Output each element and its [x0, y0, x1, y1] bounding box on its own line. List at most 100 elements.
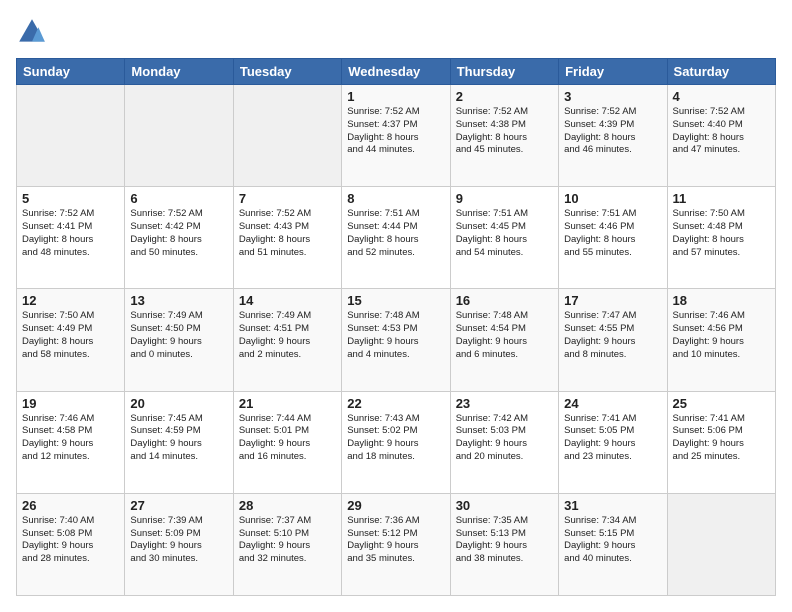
day-info: Sunrise: 7:52 AM Sunset: 4:40 PM Dayligh… [673, 106, 770, 157]
day-cell: 30 Sunrise: 7:35 AM Sunset: 5:13 PM Dayli… [450, 493, 558, 595]
day-cell: 8 Sunrise: 7:51 AM Sunset: 4:44 PM Daylig… [342, 187, 450, 289]
day-cell: 18 Sunrise: 7:46 AM Sunset: 4:56 PM Dayli… [667, 289, 775, 391]
weekday-friday: Friday [559, 59, 667, 85]
day-number: 17 [564, 293, 661, 308]
day-number: 14 [239, 293, 336, 308]
day-info: Sunrise: 7:41 AM Sunset: 5:06 PM Dayligh… [673, 413, 770, 464]
day-info: Sunrise: 7:47 AM Sunset: 4:55 PM Dayligh… [564, 310, 661, 361]
day-cell: 14Sunrise: 7:49 AM Sunset: 4:51 PM Dayli… [233, 289, 341, 391]
day-cell: 6 Sunrise: 7:52 AM Sunset: 4:42 PM Daylig… [125, 187, 233, 289]
day-info: Sunrise: 7:52 AM Sunset: 4:39 PM Dayligh… [564, 106, 661, 157]
day-number: 19 [22, 396, 119, 411]
day-number: 22 [347, 396, 444, 411]
day-cell: 26 Sunrise: 7:40 AM Sunset: 5:08 PM Dayli… [17, 493, 125, 595]
day-info: Sunrise: 7:52 AM Sunset: 4:38 PM Dayligh… [456, 106, 553, 157]
day-number: 18 [673, 293, 770, 308]
day-info: Sunrise: 7:49 AM Sunset: 4:50 PM Dayligh… [130, 310, 227, 361]
day-number: 26 [22, 498, 119, 513]
weekday-header-row: SundayMondayTuesdayWednesdayThursdayFrid… [17, 59, 776, 85]
day-number: 6 [130, 191, 227, 206]
day-info: Sunrise: 7:36 AM Sunset: 5:12 PM Dayligh… [347, 515, 444, 566]
day-number: 31 [564, 498, 661, 513]
day-info: Sunrise: 7:44 AM Sunset: 5:01 PM Dayligh… [239, 413, 336, 464]
day-info: Sunrise: 7:50 AM Sunset: 4:49 PM Dayligh… [22, 310, 119, 361]
day-info: Sunrise: 7:50 AM Sunset: 4:48 PM Dayligh… [673, 208, 770, 259]
day-cell: 10 Sunrise: 7:51 AM Sunset: 4:46 PM Dayli… [559, 187, 667, 289]
day-cell: 7Sunrise: 7:52 AM Sunset: 4:43 PM Daylig… [233, 187, 341, 289]
day-cell [17, 85, 125, 187]
day-number: 5 [22, 191, 119, 206]
day-number: 29 [347, 498, 444, 513]
week-row-1: 1Sunrise: 7:52 AM Sunset: 4:37 PM Daylig… [17, 85, 776, 187]
day-info: Sunrise: 7:34 AM Sunset: 5:15 PM Dayligh… [564, 515, 661, 566]
day-cell [125, 85, 233, 187]
day-info: Sunrise: 7:42 AM Sunset: 5:03 PM Dayligh… [456, 413, 553, 464]
day-cell: 9Sunrise: 7:51 AM Sunset: 4:45 PM Daylig… [450, 187, 558, 289]
day-cell: 20 Sunrise: 7:45 AM Sunset: 4:59 PM Dayli… [125, 391, 233, 493]
day-info: Sunrise: 7:43 AM Sunset: 5:02 PM Dayligh… [347, 413, 444, 464]
day-cell: 31 Sunrise: 7:34 AM Sunset: 5:15 PM Dayli… [559, 493, 667, 595]
day-info: Sunrise: 7:45 AM Sunset: 4:59 PM Dayligh… [130, 413, 227, 464]
week-row-3: 12 Sunrise: 7:50 AM Sunset: 4:49 PM Dayli… [17, 289, 776, 391]
day-info: Sunrise: 7:46 AM Sunset: 4:56 PM Dayligh… [673, 310, 770, 361]
day-info: Sunrise: 7:52 AM Sunset: 4:41 PM Dayligh… [22, 208, 119, 259]
day-cell: 13 Sunrise: 7:49 AM Sunset: 4:50 PM Dayli… [125, 289, 233, 391]
weekday-monday: Monday [125, 59, 233, 85]
header [16, 16, 776, 48]
day-number: 4 [673, 89, 770, 104]
day-cell: 15 Sunrise: 7:48 AM Sunset: 4:53 PM Dayli… [342, 289, 450, 391]
day-number: 23 [456, 396, 553, 411]
day-number: 3 [564, 89, 661, 104]
day-number: 30 [456, 498, 553, 513]
week-row-2: 5 Sunrise: 7:52 AM Sunset: 4:41 PM Daylig… [17, 187, 776, 289]
day-number: 27 [130, 498, 227, 513]
day-cell: 16Sunrise: 7:48 AM Sunset: 4:54 PM Dayli… [450, 289, 558, 391]
day-cell: 2Sunrise: 7:52 AM Sunset: 4:38 PM Daylig… [450, 85, 558, 187]
day-cell: 24Sunrise: 7:41 AM Sunset: 5:05 PM Dayli… [559, 391, 667, 493]
day-cell: 5 Sunrise: 7:52 AM Sunset: 4:41 PM Daylig… [17, 187, 125, 289]
logo-icon [16, 16, 48, 48]
day-number: 28 [239, 498, 336, 513]
day-cell: 28 Sunrise: 7:37 AM Sunset: 5:10 PM Dayli… [233, 493, 341, 595]
week-row-5: 26 Sunrise: 7:40 AM Sunset: 5:08 PM Dayli… [17, 493, 776, 595]
day-number: 24 [564, 396, 661, 411]
day-cell: 19Sunrise: 7:46 AM Sunset: 4:58 PM Dayli… [17, 391, 125, 493]
day-cell: 3 Sunrise: 7:52 AM Sunset: 4:39 PM Daylig… [559, 85, 667, 187]
day-number: 25 [673, 396, 770, 411]
day-number: 12 [22, 293, 119, 308]
day-info: Sunrise: 7:51 AM Sunset: 4:46 PM Dayligh… [564, 208, 661, 259]
day-number: 13 [130, 293, 227, 308]
day-cell: 11Sunrise: 7:50 AM Sunset: 4:48 PM Dayli… [667, 187, 775, 289]
day-cell: 12 Sunrise: 7:50 AM Sunset: 4:49 PM Dayli… [17, 289, 125, 391]
day-info: Sunrise: 7:51 AM Sunset: 4:45 PM Dayligh… [456, 208, 553, 259]
day-info: Sunrise: 7:52 AM Sunset: 4:42 PM Dayligh… [130, 208, 227, 259]
day-cell [667, 493, 775, 595]
day-cell: 25 Sunrise: 7:41 AM Sunset: 5:06 PM Dayli… [667, 391, 775, 493]
day-info: Sunrise: 7:39 AM Sunset: 5:09 PM Dayligh… [130, 515, 227, 566]
logo [16, 16, 52, 48]
weekday-saturday: Saturday [667, 59, 775, 85]
weekday-wednesday: Wednesday [342, 59, 450, 85]
page: SundayMondayTuesdayWednesdayThursdayFrid… [0, 0, 792, 612]
day-info: Sunrise: 7:48 AM Sunset: 4:53 PM Dayligh… [347, 310, 444, 361]
day-number: 15 [347, 293, 444, 308]
day-info: Sunrise: 7:52 AM Sunset: 4:43 PM Dayligh… [239, 208, 336, 259]
day-number: 10 [564, 191, 661, 206]
weekday-thursday: Thursday [450, 59, 558, 85]
day-cell: 29 Sunrise: 7:36 AM Sunset: 5:12 PM Dayli… [342, 493, 450, 595]
day-cell: 4 Sunrise: 7:52 AM Sunset: 4:40 PM Daylig… [667, 85, 775, 187]
day-info: Sunrise: 7:48 AM Sunset: 4:54 PM Dayligh… [456, 310, 553, 361]
day-info: Sunrise: 7:35 AM Sunset: 5:13 PM Dayligh… [456, 515, 553, 566]
day-cell [233, 85, 341, 187]
day-info: Sunrise: 7:37 AM Sunset: 5:10 PM Dayligh… [239, 515, 336, 566]
day-cell: 17 Sunrise: 7:47 AM Sunset: 4:55 PM Dayli… [559, 289, 667, 391]
day-number: 20 [130, 396, 227, 411]
weekday-tuesday: Tuesday [233, 59, 341, 85]
day-cell: 21Sunrise: 7:44 AM Sunset: 5:01 PM Dayli… [233, 391, 341, 493]
day-info: Sunrise: 7:40 AM Sunset: 5:08 PM Dayligh… [22, 515, 119, 566]
day-number: 8 [347, 191, 444, 206]
day-number: 1 [347, 89, 444, 104]
day-cell: 27 Sunrise: 7:39 AM Sunset: 5:09 PM Dayli… [125, 493, 233, 595]
day-info: Sunrise: 7:51 AM Sunset: 4:44 PM Dayligh… [347, 208, 444, 259]
day-cell: 23 Sunrise: 7:42 AM Sunset: 5:03 PM Dayli… [450, 391, 558, 493]
